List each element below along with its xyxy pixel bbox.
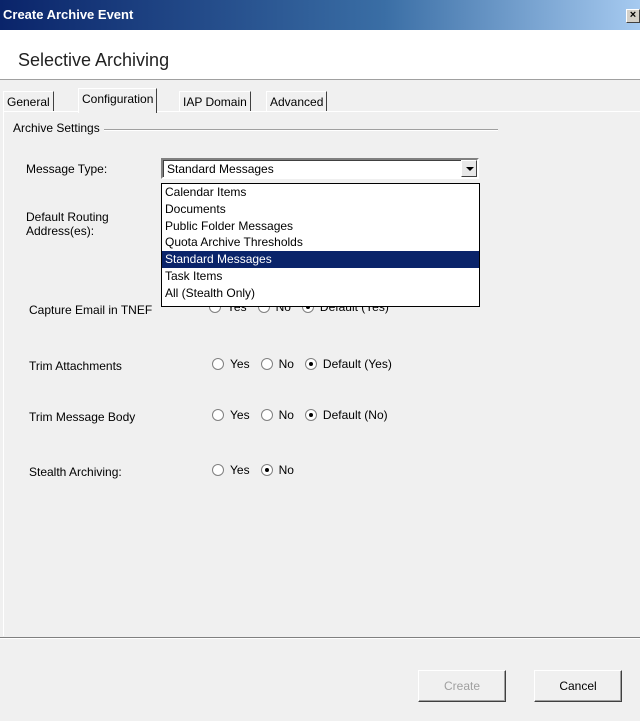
- page-title: Selective Archiving: [18, 50, 170, 70]
- title-bar[interactable]: Create Archive Event ×: [0, 0, 640, 30]
- trim-attachments-default-label: Default (Yes): [322, 357, 392, 371]
- message-type-value: Standard Messages: [167, 162, 274, 176]
- message-type-select[interactable]: Standard Messages: [161, 158, 479, 179]
- stealth-archiving-label: Stealth Archiving:: [29, 465, 122, 479]
- footer-divider: [0, 637, 640, 639]
- message-type-label: Message Type:: [26, 162, 108, 176]
- trim-body-yes-radio[interactable]: [212, 409, 224, 421]
- chevron-down-icon[interactable]: [461, 160, 477, 177]
- trim-message-body-label: Trim Message Body: [29, 410, 136, 424]
- dropdown-option[interactable]: Calendar Items: [162, 184, 479, 201]
- trim-attachments-default-radio[interactable]: [304, 358, 317, 370]
- trim-attachments-no-label: No: [278, 357, 294, 371]
- trim-attachments-yes-label: Yes: [230, 357, 250, 371]
- tab-general[interactable]: General: [3, 91, 54, 112]
- default-routing-label-2: Address(es):: [26, 224, 95, 238]
- cancel-button[interactable]: Cancel: [534, 670, 622, 702]
- dropdown-option[interactable]: Task Items: [162, 268, 479, 285]
- trim-body-no-radio[interactable]: [260, 409, 273, 421]
- tab-configuration[interactable]: Configuration: [78, 88, 158, 113]
- default-routing-label: Default Routing: [26, 210, 109, 224]
- dropdown-option-selected[interactable]: Standard Messages: [162, 251, 479, 268]
- capture-tnef-label: Capture Email in TNEF: [29, 303, 153, 317]
- trim-body-yes-label: Yes: [230, 408, 250, 422]
- dropdown-option[interactable]: Documents: [162, 201, 479, 218]
- trim-attachments-radio-group: Yes No Default (Yes): [212, 357, 403, 371]
- tab-iap-domain[interactable]: IAP Domain: [179, 91, 251, 112]
- stealth-yes-label: Yes: [230, 463, 250, 477]
- stealth-no-label: No: [278, 463, 294, 477]
- trim-attachments-yes-radio[interactable]: [212, 358, 224, 370]
- dropdown-option[interactable]: Quota Archive Thresholds: [162, 234, 479, 251]
- create-button[interactable]: Create: [418, 670, 506, 702]
- trim-attachments-label: Trim Attachments: [29, 359, 122, 373]
- window-title: Create Archive Event: [3, 7, 134, 22]
- stealth-archiving-radio-group: Yes No: [212, 463, 305, 477]
- dialog-header: Selective Archiving: [0, 30, 640, 80]
- trim-body-default-label: Default (No): [322, 408, 388, 422]
- stealth-no-radio[interactable]: [260, 464, 273, 476]
- trim-body-default-radio[interactable]: [304, 409, 317, 421]
- dropdown-option[interactable]: Public Folder Messages: [162, 218, 479, 235]
- dropdown-option[interactable]: All (Stealth Only): [162, 285, 479, 302]
- stealth-yes-radio[interactable]: [212, 464, 224, 476]
- message-type-dropdown-list: Calendar Items Documents Public Folder M…: [161, 183, 480, 307]
- tab-advanced[interactable]: Advanced: [266, 91, 328, 112]
- trim-attachments-no-radio[interactable]: [260, 358, 273, 370]
- archive-settings-label: Archive Settings: [13, 121, 104, 135]
- close-icon[interactable]: ×: [626, 9, 640, 23]
- create-archive-event-dialog: Create Archive Event × Selective Archivi…: [0, 0, 640, 721]
- trim-body-no-label: No: [278, 408, 294, 422]
- trim-message-body-radio-group: Yes No Default (No): [212, 408, 399, 422]
